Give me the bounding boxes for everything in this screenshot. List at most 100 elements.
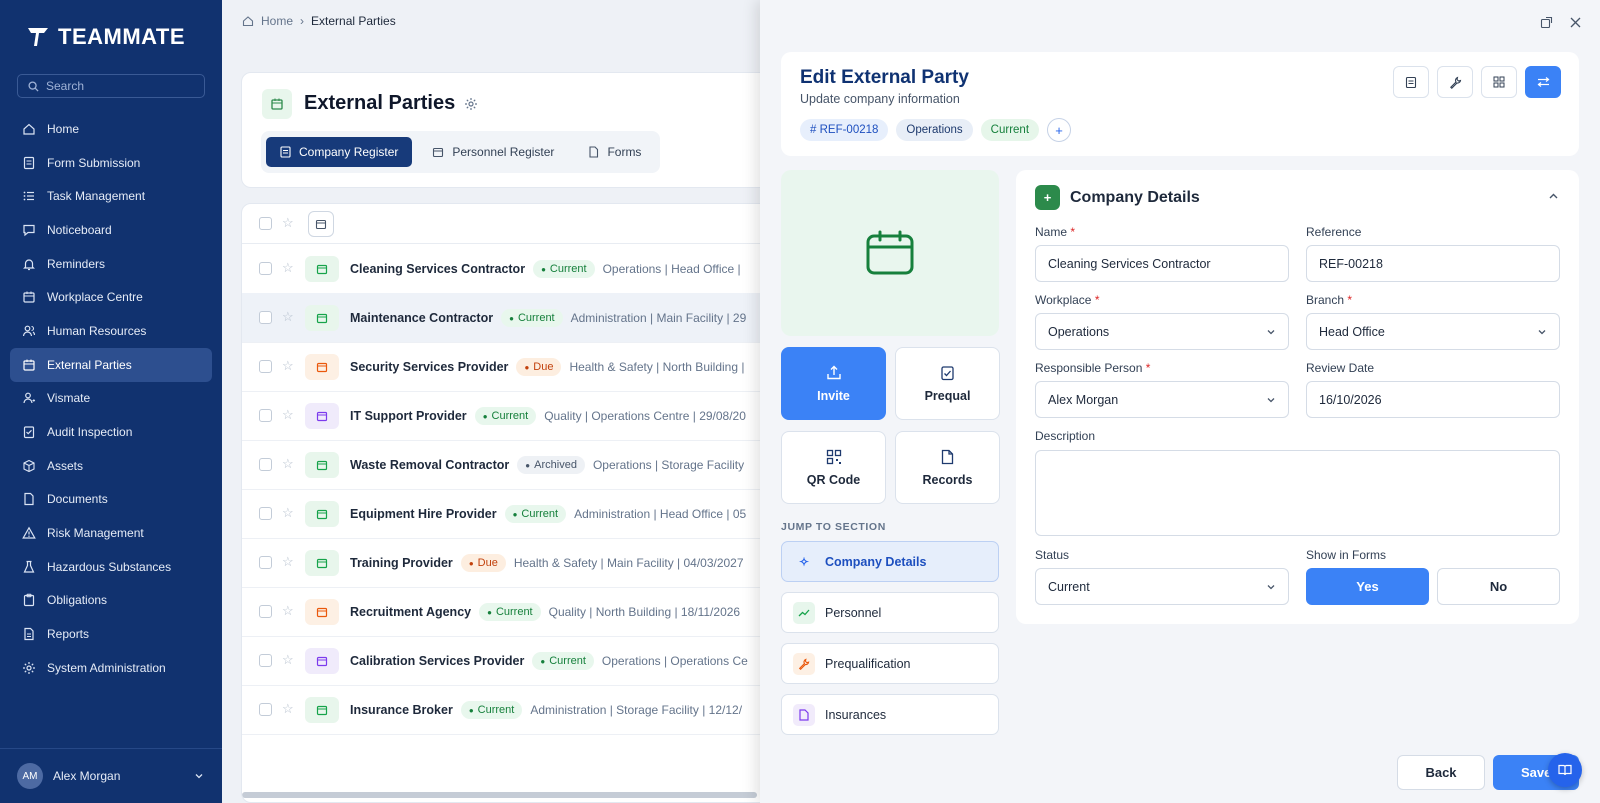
grid-view-button[interactable] [1481, 66, 1517, 98]
row-name: Equipment Hire Provider [350, 507, 497, 521]
row-checkbox[interactable] [259, 703, 272, 716]
star-icon[interactable]: ☆ [282, 260, 294, 276]
calendar-filter-button[interactable] [308, 211, 334, 237]
chevron-up-icon[interactable] [1548, 191, 1559, 202]
sidebar-item-form-submission[interactable]: Form Submission [10, 146, 212, 180]
horizontal-scrollbar[interactable] [242, 792, 757, 798]
row-checkbox[interactable] [259, 458, 272, 471]
table-row[interactable]: ☆ IT Support Provider ● Current Quality | Op… [242, 391, 780, 441]
table-row[interactable]: ☆ Calibration Services Provider ● Current Op… [242, 636, 780, 686]
sidebar-item-home[interactable]: Home [10, 112, 212, 146]
status-badge: ● Due [516, 358, 562, 376]
star-icon[interactable]: ☆ [282, 456, 294, 472]
row-checkbox[interactable] [259, 605, 272, 618]
sidebar-item-obligations[interactable]: Obligations [10, 584, 212, 618]
sidebar-item-human-resources[interactable]: Human Resources [10, 314, 212, 348]
sidebar-item-hazardous-substances[interactable]: Hazardous Substances [10, 550, 212, 584]
tab-company-register[interactable]: Company Register [266, 137, 413, 167]
status-select[interactable]: Current [1035, 568, 1289, 605]
sidebar-item-noticeboard[interactable]: Noticeboard [10, 213, 212, 247]
status-tag[interactable]: Current [980, 119, 1040, 141]
table-row[interactable]: ☆ Cleaning Services Contractor ● Current Ope… [242, 244, 780, 294]
star-icon[interactable]: ☆ [282, 554, 294, 570]
star-icon[interactable]: ☆ [282, 309, 294, 325]
table-row[interactable]: ☆ Training Provider ● Due Health & Safety | … [242, 538, 780, 588]
name-field[interactable]: Cleaning Services Contractor [1035, 245, 1289, 282]
help-book-button[interactable] [1548, 753, 1582, 787]
description-textarea[interactable] [1035, 450, 1560, 536]
table-row[interactable]: ☆ Maintenance Contractor ● Current Administr… [242, 293, 780, 343]
row-checkbox[interactable] [259, 311, 272, 324]
star-icon[interactable]: ☆ [282, 215, 294, 231]
settings-gear-icon[interactable] [464, 97, 478, 111]
row-checkbox[interactable] [259, 409, 272, 422]
show-in-forms-no-button[interactable]: No [1437, 568, 1560, 605]
prequal-button[interactable]: Prequal [895, 347, 1000, 420]
search-icon [28, 80, 39, 92]
records-button[interactable]: Records [895, 431, 1000, 504]
notes-button[interactable] [1393, 66, 1429, 98]
table-row[interactable]: ☆ Waste Removal Contractor ● Archived Operat… [242, 440, 780, 490]
jump-personnel[interactable]: Personnel [781, 592, 999, 633]
chevron-down-icon [1267, 584, 1275, 589]
row-checkbox[interactable] [259, 507, 272, 520]
table-row[interactable]: ☆ Recruitment Agency ● Current Quality | Nor… [242, 587, 780, 637]
row-checkbox[interactable] [259, 654, 272, 667]
breadcrumb-home[interactable]: Home [261, 14, 293, 28]
table-row[interactable]: ☆ Security Services Provider ● Due Health & … [242, 342, 780, 392]
sidebar-item-system-administration[interactable]: System Administration [10, 651, 212, 685]
app-logo[interactable]: TEAMMATE [26, 24, 185, 50]
star-icon[interactable]: ☆ [282, 701, 294, 717]
jump-prequalification[interactable]: Prequalification [781, 643, 999, 684]
sidebar-item-audit-inspection[interactable]: Audit Inspection [10, 415, 212, 449]
row-checkbox[interactable] [259, 360, 272, 373]
sidebar-item-reports[interactable]: Reports [10, 617, 212, 651]
star-icon[interactable]: ☆ [282, 358, 294, 374]
close-icon[interactable] [1569, 16, 1582, 29]
tab-personnel-register[interactable]: Personnel Register [418, 137, 568, 167]
popout-icon[interactable] [1540, 16, 1553, 29]
responsible-person-select[interactable]: Alex Morgan [1035, 381, 1289, 418]
row-meta: Operations | Head Office | [602, 262, 741, 276]
jump-insurances[interactable]: Insurances [781, 694, 999, 735]
sidebar-item-risk-management[interactable]: Risk Management [10, 516, 212, 550]
branch-select[interactable]: Head Office [1306, 313, 1560, 350]
sidebar-item-documents[interactable]: Documents [10, 483, 212, 517]
user-menu[interactable]: AM Alex Morgan [0, 748, 222, 803]
star-icon[interactable]: ☆ [282, 407, 294, 423]
star-icon[interactable]: ☆ [282, 505, 294, 521]
star-icon[interactable]: ☆ [282, 652, 294, 668]
back-button[interactable]: Back [1397, 755, 1485, 790]
star-icon[interactable]: ☆ [282, 603, 294, 619]
sidebar-item-assets[interactable]: Assets [10, 449, 212, 483]
row-checkbox[interactable] [259, 262, 272, 275]
jump-company-details[interactable]: ✧ Company Details [781, 541, 999, 582]
workplace-select[interactable]: Operations [1035, 313, 1289, 350]
calendar-icon [316, 705, 328, 716]
qr-code-button[interactable]: QR Code [781, 431, 886, 504]
section-icon: + [1035, 185, 1060, 210]
row-checkbox[interactable] [259, 556, 272, 569]
show-in-forms-yes-button[interactable]: Yes [1306, 568, 1429, 605]
sidebar-item-vismate[interactable]: Vismate [10, 382, 212, 416]
chevron-down-icon [1267, 397, 1275, 402]
sidebar-item-task-management[interactable]: Task Management [10, 179, 212, 213]
table-row[interactable]: ☆ Insurance Broker ● Current Administration … [242, 685, 780, 735]
sidebar-item-workplace-centre[interactable]: Workplace Centre [10, 280, 212, 314]
workplace-tag[interactable]: Operations [896, 119, 973, 141]
sliders-button[interactable] [1525, 66, 1561, 98]
grid-icon [1493, 76, 1505, 88]
reference-field[interactable]: REF-00218 [1306, 245, 1560, 282]
select-all-checkbox[interactable] [259, 217, 272, 230]
reference-tag[interactable]: # REF-00218 [800, 119, 889, 141]
sidebar-item-reminders[interactable]: Reminders [10, 247, 212, 281]
row-content: Training Provider ● Due Health & Safety | M… [350, 538, 744, 588]
add-tag-button[interactable]: + [1047, 118, 1072, 142]
tools-button[interactable] [1437, 66, 1473, 98]
sidebar-item-external-parties[interactable]: External Parties [10, 347, 212, 382]
invite-button[interactable]: Invite [781, 347, 886, 420]
sidebar-search-input[interactable]: Search [17, 74, 205, 98]
review-date-field[interactable]: 16/10/2026 [1306, 381, 1560, 418]
table-row[interactable]: ☆ Equipment Hire Provider ● Current Administ… [242, 489, 780, 539]
tab-forms[interactable]: Forms [574, 137, 655, 167]
